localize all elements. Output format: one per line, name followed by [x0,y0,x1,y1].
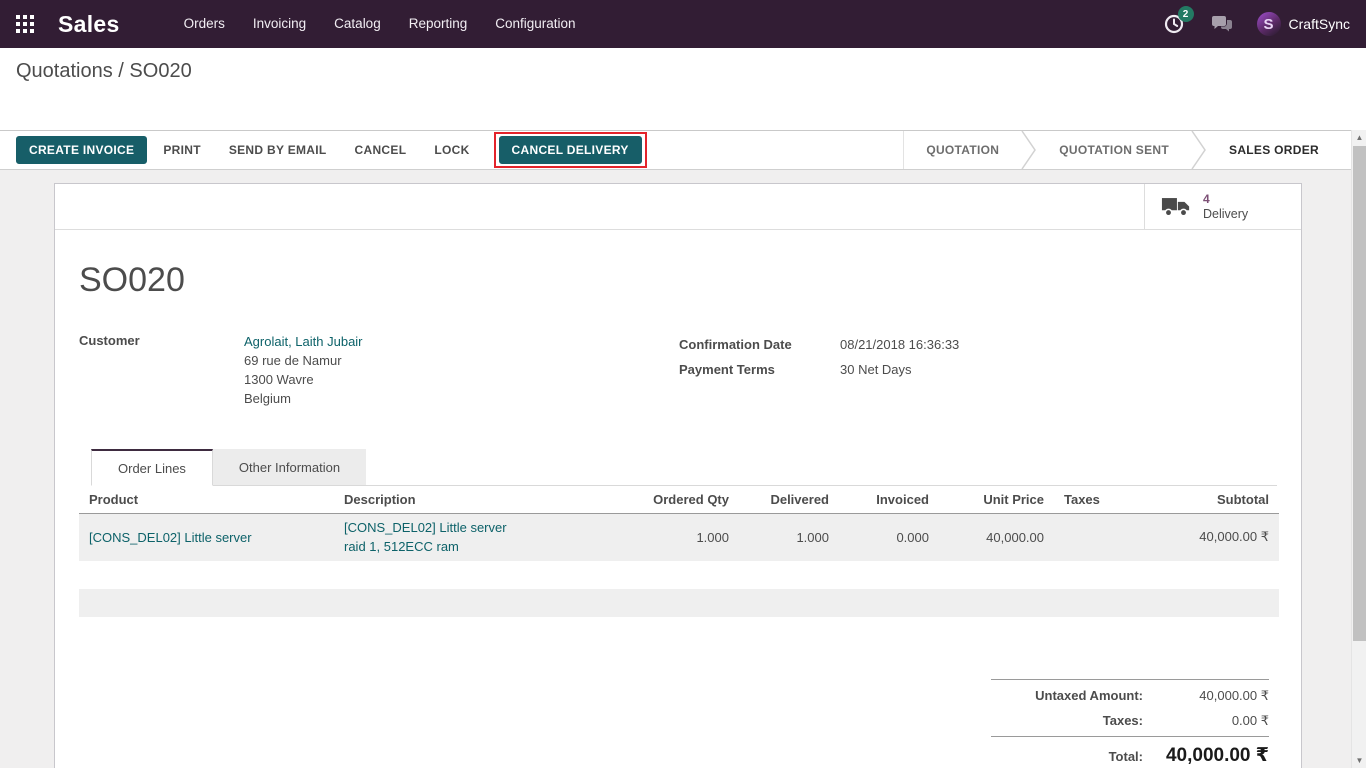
send-by-email-button[interactable]: SEND BY EMAIL [223,137,333,163]
payment-terms-label: Payment Terms [679,357,840,382]
unit-price-cell: 40,000.00 [939,513,1054,561]
col-subtotal[interactable]: Subtotal [1149,486,1279,513]
annotation-highlight-box: CANCEL DELIVERY [494,132,647,168]
customer-link[interactable]: Agrolait, Laith Jubair [244,332,363,351]
user-avatar: S [1257,12,1281,36]
empty-row [79,589,1279,617]
menu-configuration[interactable]: Configuration [481,0,589,48]
payment-terms-link[interactable]: 30 Net Days [840,357,912,382]
total-value: 40,000.00 ₹ [1157,743,1269,768]
scroll-up-icon[interactable]: ▲ [1352,130,1366,145]
totals-section: Untaxed Amount: 40,000.00 ₹ Taxes: 0.00 … [991,679,1269,768]
description-line-2: raid 1, 512ECC ram [344,537,624,556]
breadcrumb-separator: / [118,60,124,82]
delivery-count: 4 [1203,192,1248,207]
invoiced-cell: 0.000 [839,513,939,561]
vertical-scrollbar[interactable]: ▲ ▼ [1351,130,1366,768]
top-navbar: Sales Orders Invoicing Catalog Reporting… [0,0,1366,48]
cancel-delivery-button[interactable]: CANCEL DELIVERY [499,136,642,164]
col-product[interactable]: Product [79,486,334,513]
delivered-cell: 1.000 [739,513,839,561]
record-title: SO020 [79,260,1277,300]
taxes-label: Taxes: [991,708,1157,733]
breadcrumb: Quotations / SO020 [16,60,192,83]
messages-icon[interactable] [1209,11,1235,37]
content-area: 4 Delivery SO020 Customer Agrolait, Lait… [0,170,1351,768]
activity-count-badge: 2 [1178,6,1194,22]
lock-button[interactable]: LOCK [428,137,475,163]
col-ordered-qty[interactable]: Ordered Qty [634,486,739,513]
confirmation-date-value: 08/21/2018 16:36:33 [840,332,959,357]
customer-street: 69 rue de Namur [244,351,363,370]
total-label: Total: [991,744,1157,768]
description-line-1: [CONS_DEL02] Little server [344,518,624,537]
systray: 2 S CraftSync [1161,11,1350,37]
untaxed-amount-label: Untaxed Amount: [991,683,1157,708]
table-header-row: Product Description Ordered Qty Delivere… [79,486,1279,513]
subtotal-cell: 40,000.00 ₹ [1149,513,1279,561]
step-sales-order[interactable]: SALES ORDER [1207,131,1341,169]
create-invoice-button[interactable]: CREATE INVOICE [16,136,147,164]
step-arrow-icon [1191,131,1207,169]
notebook-tabs: Order Lines Other Information [91,449,1277,486]
confirmation-date-label: Confirmation Date [679,332,840,357]
app-title: Sales [58,11,120,38]
scroll-down-icon[interactable]: ▼ [1352,753,1366,768]
delivery-label: Delivery [1203,207,1248,222]
order-lines-table: Product Description Ordered Qty Delivere… [79,486,1279,617]
col-unit-price[interactable]: Unit Price [939,486,1054,513]
tab-other-information[interactable]: Other Information [213,449,366,486]
menu-invoicing[interactable]: Invoicing [239,0,320,48]
main-menu: Orders Invoicing Catalog Reporting Confi… [170,0,590,48]
menu-orders[interactable]: Orders [170,0,239,48]
customer-label: Customer [79,332,244,408]
ordered-qty-cell: 1.000 [634,513,739,561]
apps-menu-icon[interactable] [16,13,38,35]
form-sheet: 4 Delivery SO020 Customer Agrolait, Lait… [54,183,1302,768]
print-button[interactable]: PRINT [157,137,207,163]
customer-country: Belgium [244,389,363,408]
step-arrow-icon [1021,131,1037,169]
customer-city: 1300 Wavre [244,370,363,389]
col-delivered[interactable]: Delivered [739,486,839,513]
step-quotation-sent[interactable]: QUOTATION SENT [1037,131,1191,169]
user-menu[interactable]: S CraftSync [1257,12,1350,36]
taxes-value: 0.00 ₹ [1157,708,1269,733]
form-statusbar: CREATE INVOICE PRINT SEND BY EMAIL CANCE… [0,130,1351,170]
empty-row [79,561,1279,589]
col-description[interactable]: Description [334,486,634,513]
smart-button-row: 4 Delivery [55,184,1301,230]
untaxed-amount-value: 40,000.00 ₹ [1157,683,1269,708]
user-name: CraftSync [1289,16,1350,32]
order-line-row[interactable]: [CONS_DEL02] Little server [CONS_DEL02] … [79,513,1279,561]
product-link[interactable]: [CONS_DEL02] Little server [89,530,252,545]
taxes-cell [1054,513,1149,561]
delivery-smart-button[interactable]: 4 Delivery [1144,184,1301,229]
menu-reporting[interactable]: Reporting [395,0,482,48]
truck-icon [1161,196,1191,217]
activity-clock-icon[interactable]: 2 [1161,11,1187,37]
cancel-button[interactable]: CANCEL [349,137,413,163]
menu-catalog[interactable]: Catalog [320,0,395,48]
step-quotation[interactable]: QUOTATION [904,131,1021,169]
control-panel: Quotations / SO020 EDIT CREATE Print Act… [0,48,1366,130]
breadcrumb-quotations[interactable]: Quotations [16,60,113,82]
field-groups: Customer Agrolait, Laith Jubair 69 rue d… [79,332,1277,408]
status-steps: QUOTATION QUOTATION SENT SALES ORDER [903,131,1341,169]
scrollbar-thumb[interactable] [1353,146,1366,641]
col-taxes[interactable]: Taxes [1054,486,1149,513]
tab-order-lines[interactable]: Order Lines [91,449,213,486]
breadcrumb-current: SO020 [129,60,191,82]
col-invoiced[interactable]: Invoiced [839,486,939,513]
